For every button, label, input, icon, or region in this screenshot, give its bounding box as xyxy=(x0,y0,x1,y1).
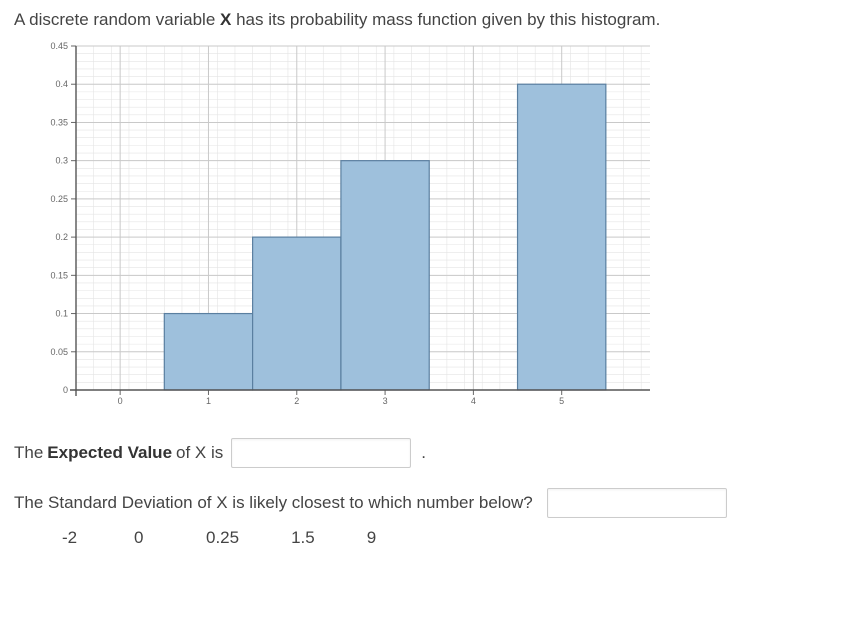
histogram-chart: 0 0.05 0.1 0.15 0.2 0.25 0.3 0.35 0.4 0.45 0 1 2 3 4 5 xyxy=(30,40,660,420)
std-dev-row: The Standard Deviation of X is likely cl… xyxy=(14,488,834,518)
svg-text:5: 5 xyxy=(559,396,564,406)
choice-option: 0.25 xyxy=(206,528,239,548)
svg-text:3: 3 xyxy=(383,396,388,406)
svg-text:1: 1 xyxy=(206,396,211,406)
choice-option: 1.5 xyxy=(291,528,315,548)
expected-value-row: The Expected Value of X is . xyxy=(14,438,834,468)
svg-text:4: 4 xyxy=(471,396,476,406)
svg-text:0.3: 0.3 xyxy=(55,156,68,166)
q1-mid: of X is xyxy=(176,443,223,463)
choice-option: 0 xyxy=(134,528,154,548)
prompt-bold: X xyxy=(220,10,231,29)
svg-text:0.45: 0.45 xyxy=(50,41,68,51)
svg-text:0.2: 0.2 xyxy=(55,232,68,242)
q1-after: . xyxy=(421,443,426,463)
svg-text:0: 0 xyxy=(118,396,123,406)
prompt-post: has its probability mass function given … xyxy=(231,10,660,29)
svg-text:0.05: 0.05 xyxy=(50,347,68,357)
question-prompt: A discrete random variable X has its pro… xyxy=(14,10,834,30)
svg-text:2: 2 xyxy=(294,396,299,406)
svg-text:0: 0 xyxy=(63,385,68,395)
svg-text:0.15: 0.15 xyxy=(50,270,68,280)
q2-text: The Standard Deviation of X is likely cl… xyxy=(14,493,533,513)
expected-value-input[interactable] xyxy=(231,438,411,468)
std-dev-input[interactable] xyxy=(547,488,727,518)
choice-option: 9 xyxy=(367,528,387,548)
svg-text:0.35: 0.35 xyxy=(50,117,68,127)
prompt-pre: A discrete random variable xyxy=(14,10,220,29)
histogram-svg: 0 0.05 0.1 0.15 0.2 0.25 0.3 0.35 0.4 0.45 0 1 2 3 4 5 xyxy=(30,40,660,420)
svg-text:0.25: 0.25 xyxy=(50,194,68,204)
q1-before: The xyxy=(14,443,43,463)
svg-text:0.4: 0.4 xyxy=(55,79,68,89)
q1-bold: Expected Value xyxy=(47,443,172,463)
svg-text:0.1: 0.1 xyxy=(55,309,68,319)
choice-option: -2 xyxy=(62,528,82,548)
choice-list: -2 0 0.25 1.5 9 xyxy=(62,528,834,548)
